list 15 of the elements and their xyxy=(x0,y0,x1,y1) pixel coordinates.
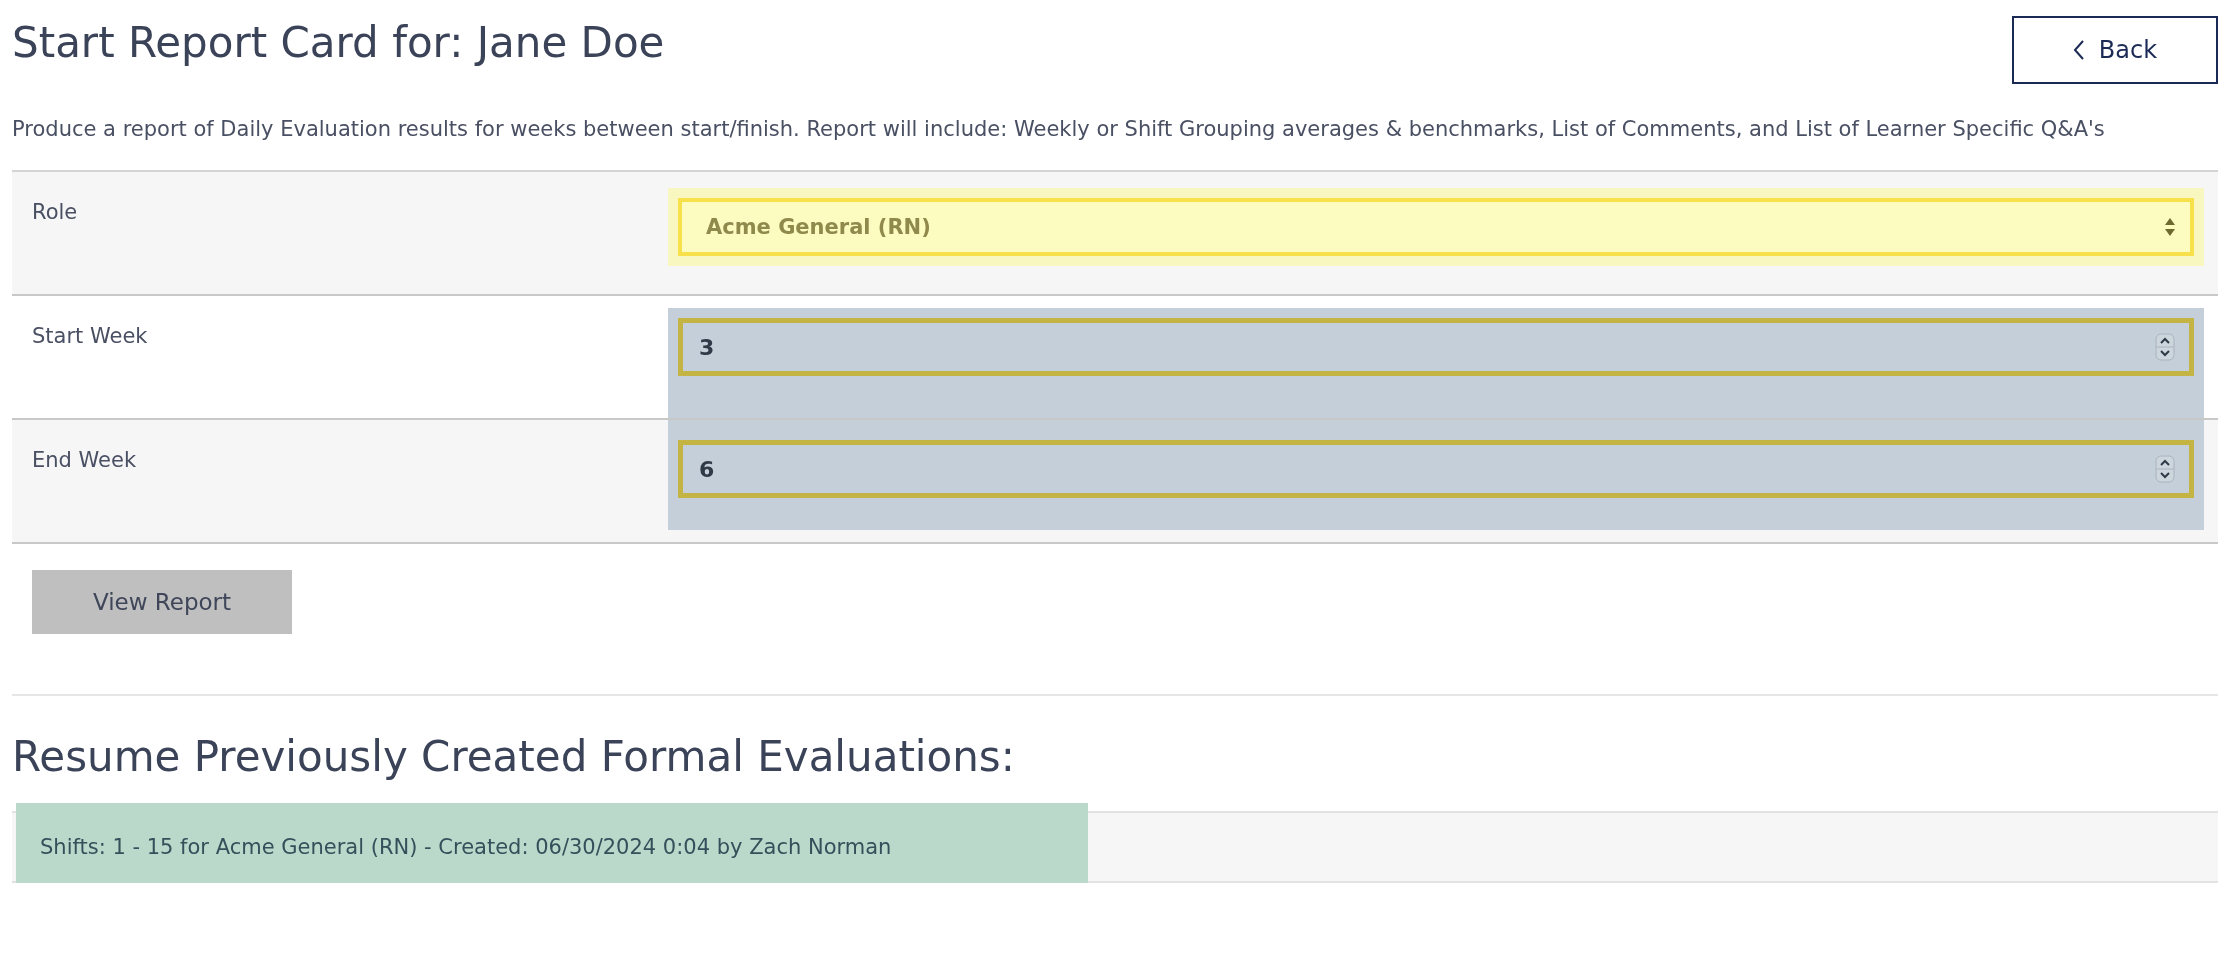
description-text: Produce a report of Daily Evaluation results for weeks between start/finish. Report will include: Weekly or Shift Grouping averages & benchmarks, List of Comments, and List of Learner Specific Q&A's xyxy=(12,116,2106,143)
section-title: Resume Previously Created Formal Evaluations: xyxy=(12,732,1016,781)
evaluation-item[interactable]: Shifts: 1 - 15 for Acme General (RN) - Created: 06/30/2024 0:04 by Zach Norman xyxy=(16,803,1088,883)
spinner-arrows-icon[interactable] xyxy=(2155,333,2175,361)
number-input[interactable]: 6 xyxy=(678,440,2194,498)
chevron-left-icon xyxy=(2072,39,2085,61)
back-button[interactable]: Back xyxy=(2012,16,2218,84)
sort-arrows-icon xyxy=(2164,217,2176,237)
number-input[interactable]: 3 xyxy=(678,318,2194,376)
spinner-arrows-icon[interactable] xyxy=(2155,455,2175,483)
field-label: Role xyxy=(31,199,79,224)
field-label: End Week xyxy=(31,447,138,472)
field-label: Start Week xyxy=(31,323,149,348)
page-title: Start Report Card for: Jane Doe xyxy=(12,18,665,67)
view-report-button[interactable]: View Report xyxy=(32,570,292,634)
